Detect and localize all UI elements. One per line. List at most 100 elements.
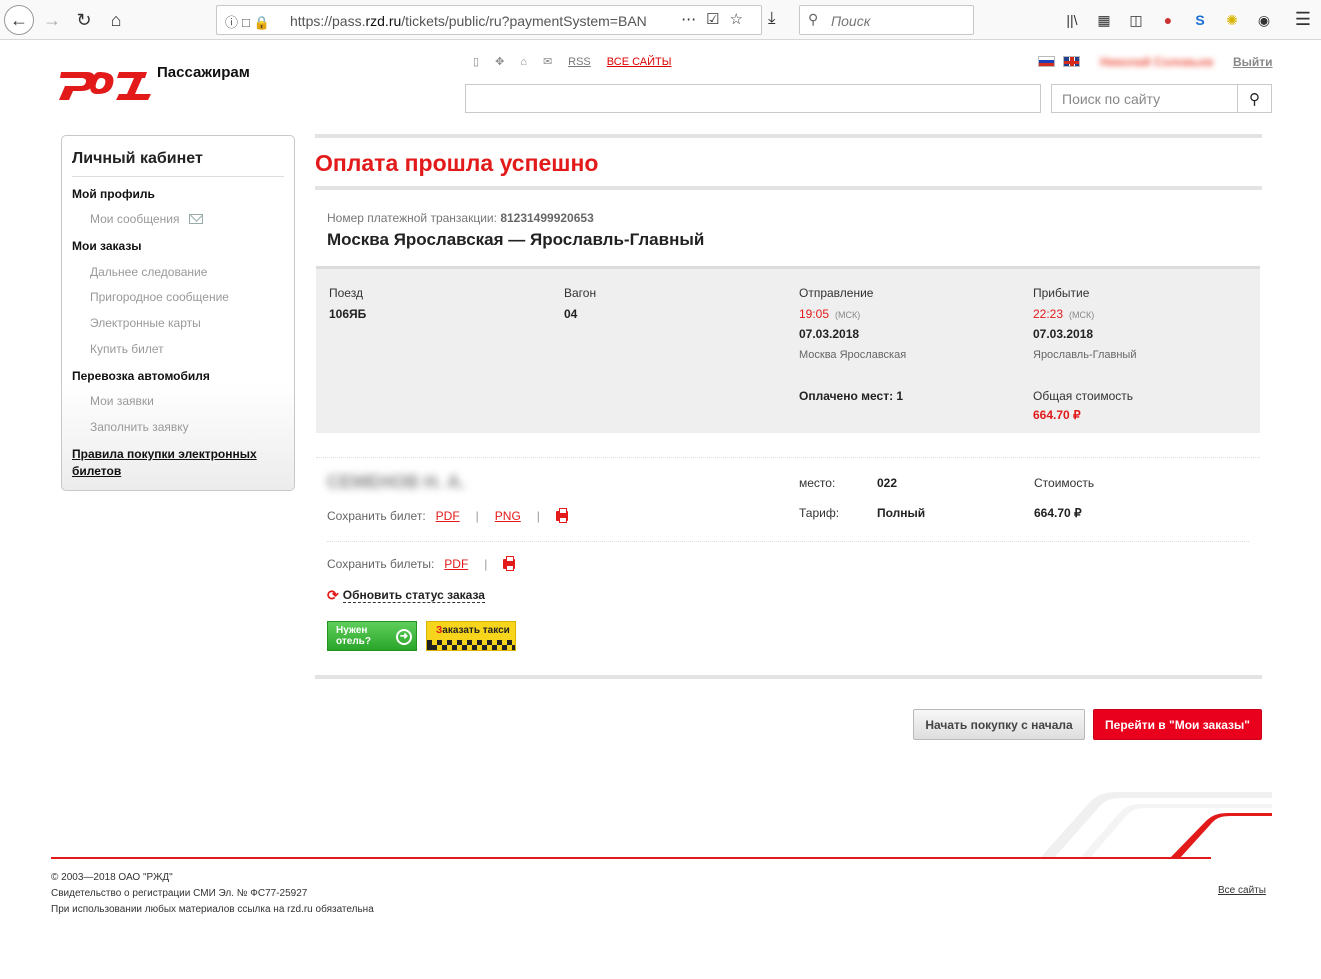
car-label: Вагон	[564, 286, 597, 300]
home-icon[interactable]: ⌂	[102, 6, 130, 34]
cost-value: 664.70 ₽	[1034, 506, 1082, 520]
hotel-banner[interactable]: Нужен отель? ➜	[327, 621, 417, 651]
divider	[315, 675, 1262, 679]
info-icon[interactable]: ⓘ□🔒	[225, 12, 274, 31]
envelope-icon[interactable]: ✉	[543, 55, 552, 68]
page-title: Оплата прошла успешно	[315, 150, 599, 176]
map-pin-icon[interactable]: ◉	[1254, 10, 1274, 30]
tariff-label: Тариф:	[799, 506, 840, 520]
taxi-banner-rest: аказать такси	[442, 625, 510, 636]
save-ticket-pdf-link[interactable]: PDF	[436, 509, 460, 523]
separator: |	[475, 509, 479, 523]
sidebar-item-messages[interactable]: Мои сообщения	[90, 212, 204, 226]
site-input-field[interactable]	[465, 84, 1041, 113]
top-links: ▯ ✥ ⌂ ✉ RSS ВСЕ САЙТЫ	[473, 55, 672, 69]
footer-line: При использовании любых материалов ссылк…	[51, 904, 374, 915]
save-tickets-row: Сохранить билеты: PDF |	[327, 556, 516, 571]
save-tickets-pdf-link[interactable]: PDF	[444, 557, 468, 571]
refresh-label: Обновить статус заказа	[342, 588, 485, 603]
print-icon[interactable]	[555, 508, 568, 523]
logout-link[interactable]: Выйти	[1233, 55, 1273, 69]
library-icon[interactable]: ||\	[1062, 10, 1082, 30]
sidebar-item-buy-ticket[interactable]: Купить билет	[90, 342, 164, 356]
footer-divider	[51, 857, 1211, 859]
departure-station: Москва Ярославская	[799, 349, 907, 361]
all-sites-link[interactable]: ВСЕ САЙТЫ	[607, 56, 672, 68]
footer-decoration	[1040, 792, 1272, 858]
menu-icon[interactable]: ☰	[1295, 9, 1311, 30]
bulb-icon[interactable]: ✺	[1222, 10, 1242, 30]
english-flag-icon[interactable]	[1063, 56, 1080, 67]
more-icon[interactable]: ⋯☑☆	[681, 10, 753, 28]
mobile-icon[interactable]: ▯	[473, 55, 479, 68]
arrival-time-value: 22:23	[1033, 307, 1064, 321]
taxi-banner-text: Заказать такси	[436, 625, 510, 636]
extension-icon[interactable]: ▦	[1094, 10, 1114, 30]
brand-text: Пассажирам	[157, 64, 250, 81]
car-number: 04	[564, 307, 578, 321]
sidebar-item-cards[interactable]: Электронные карты	[90, 316, 201, 330]
departure-timezone: (МСК)	[835, 310, 861, 320]
sidebar-item-profile[interactable]: Мой профиль	[72, 187, 155, 201]
taxi-banner[interactable]: Заказать такси	[426, 621, 516, 651]
search-icon[interactable]: ⚲	[1237, 85, 1271, 112]
train-number: 106ЯБ	[329, 307, 367, 321]
tariff-value: Полный	[877, 506, 926, 520]
back-arrow-icon[interactable]: ←	[4, 5, 34, 35]
save-tickets-label: Сохранить билеты:	[327, 557, 435, 571]
arrow-right-icon: ➜	[396, 629, 412, 645]
checker-pattern	[427, 640, 515, 650]
sidebar-item-label: Мои сообщения	[90, 212, 180, 226]
footer-line: © 2003—2018 ОАО "РЖД"	[51, 872, 173, 883]
divider	[72, 176, 284, 177]
total-cost: 664.70 ₽	[1033, 408, 1081, 422]
address-bar[interactable]: ⓘ□🔒 https://pass.rzd.ru/tickets/public/r…	[216, 5, 762, 35]
rss-link[interactable]: RSS	[568, 56, 591, 68]
russian-flag-icon[interactable]	[1038, 56, 1055, 67]
sidebar-icon[interactable]: ◫	[1126, 10, 1146, 30]
cost-label: Стоимость	[1034, 476, 1095, 490]
arrival-date: 07.03.2018	[1033, 327, 1094, 341]
save-ticket-row: Сохранить билет: PDF | PNG |	[327, 508, 568, 523]
sidebar-item-orders[interactable]: Мои заказы	[72, 239, 142, 253]
sitemap-icon[interactable]: ✥	[495, 55, 504, 68]
arrival-label: Прибытие	[1033, 286, 1090, 300]
sidebar-item-car-transport[interactable]: Перевозка автомобиля	[72, 369, 210, 383]
forward-arrow-icon[interactable]: →	[38, 6, 66, 34]
departure-date: 07.03.2018	[799, 327, 860, 341]
restart-purchase-button[interactable]: Начать покупку с начала	[913, 709, 1085, 740]
sidebar-item-rules[interactable]: Правила покупки электронных билетов	[72, 446, 282, 480]
sidebar: Личный кабинет Мой профиль Мои сообщения…	[61, 135, 295, 491]
reload-icon[interactable]: ↻	[70, 6, 98, 34]
browser-search-input[interactable]: ⚲ Поиск	[799, 5, 974, 35]
download-icon[interactable]: ⤓	[768, 8, 776, 28]
transaction-number: Номер платежной транзакции: 812314999206…	[327, 211, 594, 225]
sidebar-item-fill-request[interactable]: Заполнить заявку	[90, 420, 189, 434]
home-icon[interactable]: ⌂	[520, 56, 527, 68]
site-search-placeholder: Поиск по сайту	[1062, 91, 1161, 107]
seat-label: место:	[799, 476, 836, 490]
site-search-input[interactable]: Поиск по сайту ⚲	[1051, 84, 1272, 113]
url-text[interactable]: https://pass.rzd.ru/tickets/public/ru?pa…	[290, 13, 680, 29]
search-placeholder: Поиск	[831, 13, 871, 29]
sidebar-item-suburban[interactable]: Пригородное сообщение	[90, 290, 229, 304]
arrival-station: Ярославль-Главный	[1033, 349, 1137, 361]
sidebar-item-my-requests[interactable]: Мои заявки	[90, 394, 154, 408]
divider	[315, 134, 1262, 138]
separator: |	[536, 509, 540, 523]
footer-all-sites-link[interactable]: Все сайты	[1218, 885, 1266, 896]
train-label: Поезд	[329, 286, 363, 300]
color-icon[interactable]: ●	[1158, 10, 1178, 30]
save-ticket-png-link[interactable]: PNG	[495, 509, 521, 523]
go-to-my-orders-button[interactable]: Перейти в "Мои заказы"	[1093, 709, 1262, 740]
arrival-timezone: (МСК)	[1069, 310, 1095, 320]
refresh-order-status-link[interactable]: ⟳ Обновить статус заказа	[327, 587, 485, 604]
username[interactable]: Николай Соловьев	[1100, 55, 1213, 69]
s-extension-icon[interactable]: S	[1190, 10, 1210, 30]
print-icon[interactable]	[503, 556, 516, 571]
sidebar-item-long-distance[interactable]: Дальнее следование	[90, 265, 207, 279]
separator: |	[484, 557, 488, 571]
footer-copyright: © 2003—2018 ОАО "РЖД" Свидетельство о ре…	[51, 870, 374, 918]
transaction-value: 81231499920653	[500, 211, 594, 225]
browser-toolbar: ← → ↻ ⌂ ⓘ□🔒 https://pass.rzd.ru/tickets/…	[0, 0, 1321, 40]
